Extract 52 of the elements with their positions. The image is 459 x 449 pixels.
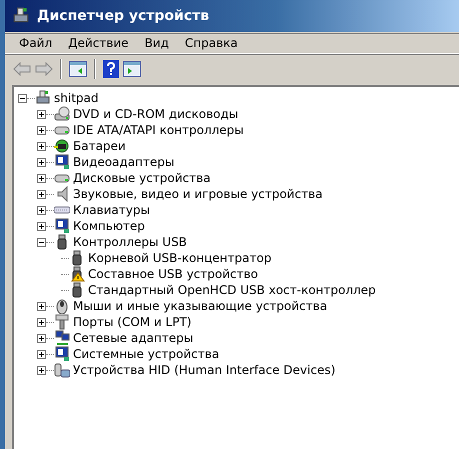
device-icon [54, 314, 70, 330]
expand-toggle[interactable] [37, 366, 46, 374]
tree-item[interactable]: shitpad [53, 91, 100, 105]
tree-item[interactable]: IDE ATA/ATAPI контроллеры [72, 123, 245, 137]
collapse-toggle[interactable] [18, 94, 27, 102]
device-icon [54, 218, 70, 234]
tree-item[interactable]: Порты (COM и LPT) [72, 315, 192, 329]
tree-item[interactable]: Звуковые, видео и игровые устройства [72, 187, 324, 201]
device-icon [35, 90, 51, 106]
tree-item[interactable]: Стандартный OpenHCD USB хост-контроллер [87, 283, 377, 297]
expand-toggle[interactable] [37, 206, 46, 214]
expand-toggle[interactable] [37, 126, 46, 134]
expand-toggle[interactable] [37, 334, 46, 342]
tree-item[interactable]: Контроллеры USB [72, 235, 188, 249]
expand-toggle[interactable] [37, 302, 46, 310]
device-icon [54, 138, 70, 154]
tree-item[interactable]: Дисковые устройства [72, 171, 212, 185]
device-icon [54, 346, 70, 362]
tree-item[interactable]: Мыши и иные указывающие устройства [72, 299, 328, 313]
tree-item[interactable]: Сетевые адаптеры [72, 331, 194, 345]
expand-toggle[interactable] [37, 222, 46, 230]
menu-item[interactable]: Действие [60, 34, 137, 52]
tree-item[interactable]: Видеоадаптеры [72, 155, 176, 169]
help-icon[interactable] [103, 60, 119, 78]
expand-toggle[interactable] [37, 158, 46, 166]
collapse-toggle[interactable] [37, 238, 46, 246]
tree-item[interactable]: Клавиатуры [72, 203, 151, 217]
device-icon [54, 106, 70, 122]
device-icon [54, 154, 70, 170]
tree-item[interactable]: Системные устройства [72, 347, 220, 361]
tree-item[interactable]: Устройства HID (Human Interface Devices) [72, 363, 336, 377]
tree-item[interactable]: Составное USB устройство [87, 267, 260, 281]
tree-item[interactable]: DVD и CD-ROM дисководы [72, 107, 240, 121]
expand-toggle[interactable] [37, 190, 46, 198]
expand-toggle[interactable] [37, 174, 46, 182]
expand-toggle[interactable] [37, 318, 46, 326]
expand-toggle[interactable] [37, 142, 46, 150]
properties-icon[interactable] [123, 61, 141, 77]
expand-toggle[interactable] [37, 110, 46, 118]
menu-item[interactable]: Файл [11, 34, 60, 52]
device-icon [54, 298, 70, 314]
device-icon [54, 330, 70, 346]
menu-item[interactable]: Вид [136, 34, 177, 52]
window-title: Диспетчер устройств [37, 8, 210, 24]
app-icon [11, 7, 31, 25]
tree-item[interactable]: Батареи [72, 139, 127, 153]
tree-item[interactable]: Корневой USB-концентратор [87, 251, 272, 265]
device-icon [54, 362, 70, 378]
tree-item[interactable]: Компьютер [72, 219, 146, 233]
expand-toggle[interactable] [37, 350, 46, 358]
panel-icon[interactable] [69, 61, 87, 77]
menu-item[interactable]: Справка [176, 34, 246, 52]
